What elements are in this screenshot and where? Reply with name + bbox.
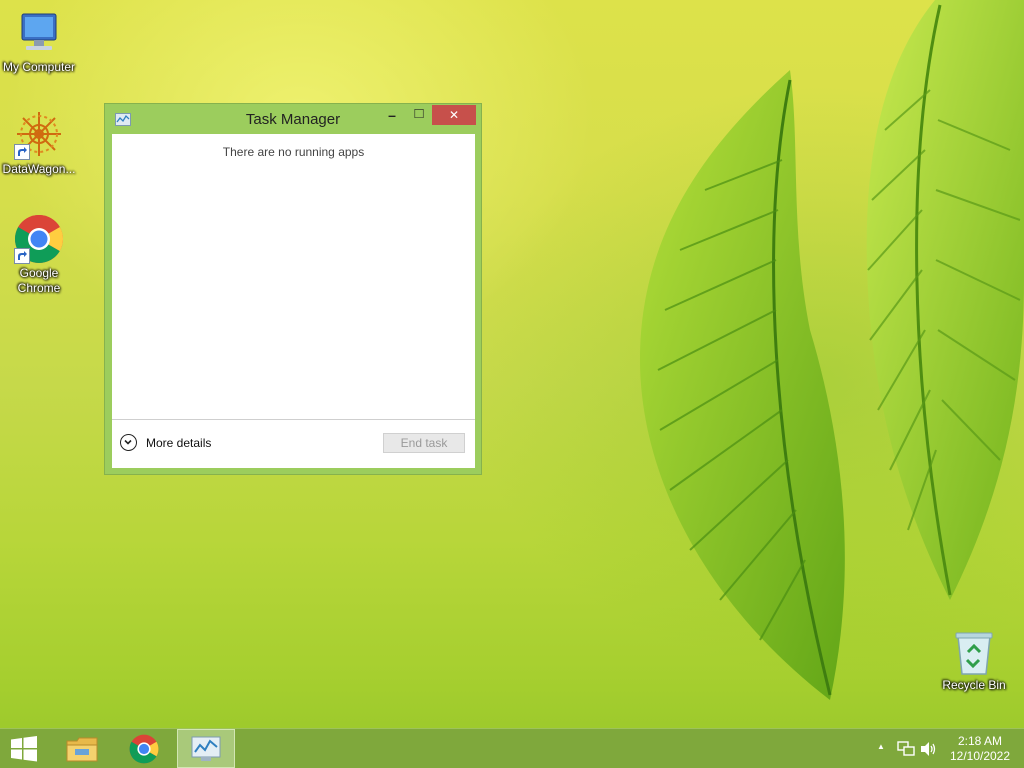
maximize-icon: □ bbox=[414, 105, 424, 122]
maximize-button[interactable]: □ bbox=[407, 105, 431, 125]
desktop-icon-my-computer[interactable]: My Computer bbox=[1, 8, 77, 75]
speaker-icon bbox=[921, 742, 936, 756]
clock[interactable]: 2:18 AM 12/10/2022 bbox=[940, 734, 1020, 764]
footer-divider bbox=[112, 419, 475, 420]
task-manager-icon bbox=[191, 736, 221, 761]
datawagon-icon bbox=[14, 110, 64, 160]
chevron-down-icon bbox=[120, 434, 137, 451]
clock-date: 12/10/2022 bbox=[949, 749, 1011, 763]
task-manager-window: Task Manager – □ ✕ There are no running … bbox=[104, 103, 482, 475]
taskbar-task-manager[interactable] bbox=[177, 729, 235, 768]
show-hidden-icons-button[interactable]: ▲ bbox=[872, 729, 892, 768]
window-titlebar[interactable]: Task Manager – □ ✕ bbox=[105, 104, 481, 134]
desktop-icon-google-chrome[interactable]: Google Chrome bbox=[1, 214, 77, 296]
desktop-icon-label: DataWagon... bbox=[2, 162, 76, 176]
minimize-button[interactable]: – bbox=[381, 105, 403, 125]
no-running-apps-message: There are no running apps bbox=[222, 145, 365, 159]
end-task-button[interactable]: End task bbox=[383, 433, 465, 453]
taskbar: ▲ 2:18 AM 12/10/2022 bbox=[0, 728, 1024, 768]
chrome-icon bbox=[14, 214, 64, 264]
minimize-icon: – bbox=[388, 107, 396, 123]
network-icon bbox=[897, 741, 915, 756]
start-button[interactable] bbox=[0, 729, 48, 768]
shortcut-arrow-icon bbox=[14, 144, 30, 160]
close-icon: ✕ bbox=[448, 108, 460, 122]
taskbar-chrome[interactable] bbox=[116, 729, 172, 768]
recycle-bin-icon bbox=[954, 630, 994, 676]
clock-time: 2:18 AM bbox=[957, 734, 1003, 748]
network-button[interactable] bbox=[894, 729, 918, 768]
computer-icon bbox=[14, 8, 64, 58]
shortcut-arrow-icon bbox=[14, 248, 30, 264]
desktop-icon-label: Recycle Bin bbox=[942, 678, 1006, 692]
desktop-icon-datawagon[interactable]: DataWagon... bbox=[1, 110, 77, 177]
desktop-icon-recycle-bin[interactable]: Recycle Bin bbox=[936, 630, 1012, 693]
window-content: There are no running apps More details E… bbox=[112, 134, 475, 468]
more-details-label: More details bbox=[146, 436, 212, 450]
desktop-icon-label: Google Chrome bbox=[17, 266, 61, 295]
chevron-up-icon: ▲ bbox=[877, 742, 885, 751]
desktop-icon-label: My Computer bbox=[2, 60, 76, 74]
chrome-icon bbox=[129, 734, 159, 764]
windows-start-icon bbox=[11, 736, 37, 762]
volume-button[interactable] bbox=[918, 729, 940, 768]
file-explorer-icon bbox=[66, 737, 98, 762]
close-button[interactable]: ✕ bbox=[432, 105, 476, 125]
taskbar-file-explorer[interactable] bbox=[54, 729, 110, 768]
